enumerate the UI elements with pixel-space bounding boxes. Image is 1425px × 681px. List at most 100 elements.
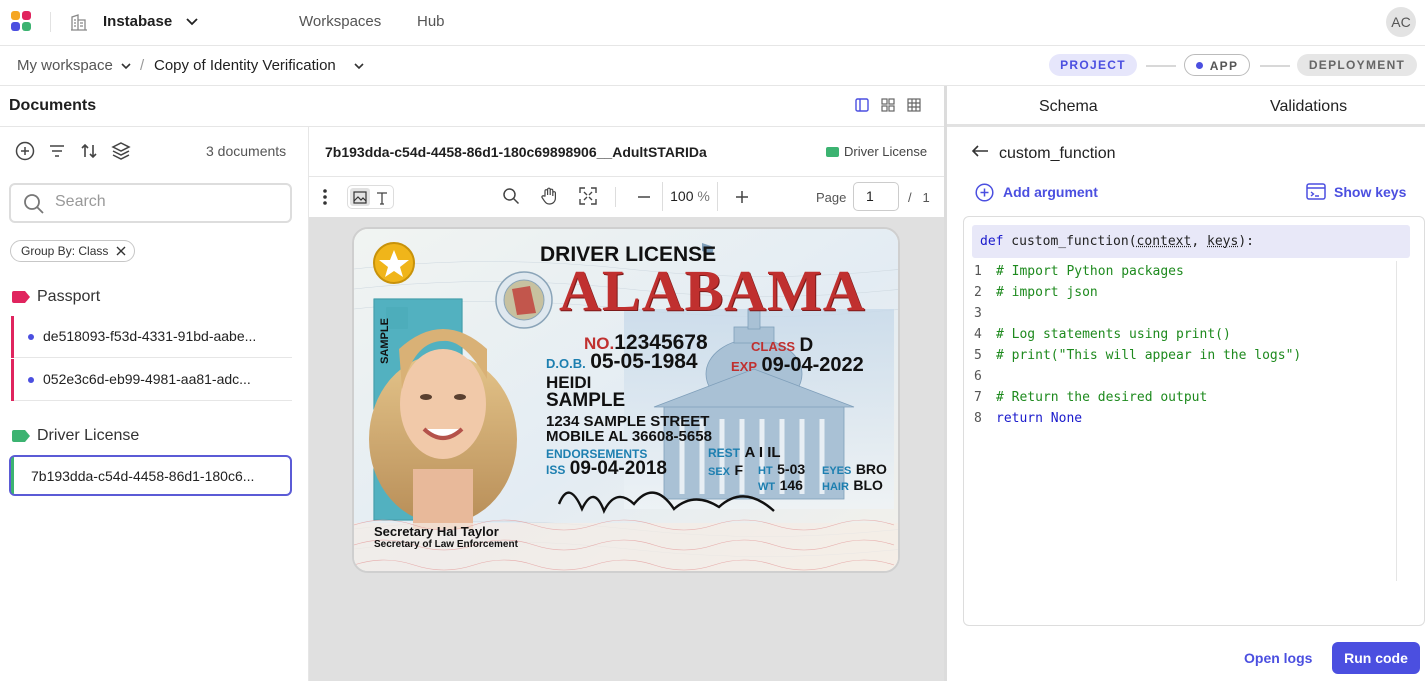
avatar[interactable]: AC: [1386, 7, 1416, 37]
code-editor[interactable]: def custom_function(context, keys): 1 # I…: [963, 216, 1425, 626]
panel-tabs: Schema Validations: [947, 86, 1425, 127]
license-exp-label: EXP: [731, 359, 758, 374]
license-weight: WT 146: [758, 477, 803, 495]
tab-validations[interactable]: Validations: [1270, 98, 1347, 116]
license-hair: HAIR BLO: [822, 477, 883, 495]
license-iss: ISS 09-04-2018: [546, 458, 667, 480]
signature-arg-context: context: [1136, 234, 1192, 249]
grid-view-icon[interactable]: [881, 98, 895, 112]
add-argument-button[interactable]: Add argument: [1003, 184, 1098, 200]
search-input[interactable]: [55, 193, 275, 211]
zoom-level[interactable]: 100 %: [662, 182, 718, 211]
search-icon: [24, 194, 44, 214]
license-hair-value: BLO: [853, 477, 883, 493]
documents-title: Documents: [9, 97, 97, 114]
function-title: custom_function: [999, 145, 1116, 162]
layers-icon[interactable]: [111, 141, 131, 161]
license-eyes-value: BRO: [855, 461, 887, 477]
document-row[interactable]: de518093-f53d-4331-91bd-aabe...: [11, 316, 292, 358]
license-hair-label: HAIR: [822, 481, 849, 493]
instabase-logo[interactable]: [11, 11, 33, 33]
class-color-badge: [826, 147, 839, 157]
document-row-selected[interactable]: 7b193dda-c54d-4458-86d1-180c6...: [9, 455, 292, 496]
page-count: 1: [922, 190, 930, 205]
zoom-in-icon[interactable]: [735, 190, 749, 204]
org-name[interactable]: Instabase: [103, 13, 172, 30]
group-label-passport[interactable]: Passport: [37, 288, 100, 306]
page-label: Page: [816, 190, 847, 205]
license-rest-label: REST: [708, 446, 741, 460]
more-options-icon[interactable]: [322, 189, 328, 205]
license-exp-value: 09-04-2022: [761, 354, 864, 376]
code-text: # import json: [996, 285, 1098, 300]
unread-dot: [28, 377, 34, 383]
view-mode-toggle[interactable]: [347, 185, 394, 209]
signature-arg-keys: keys: [1207, 234, 1239, 249]
split-view-icon[interactable]: [855, 98, 869, 112]
search-field[interactable]: [9, 183, 292, 223]
class-label[interactable]: Driver License: [844, 144, 927, 159]
building-icon: [71, 14, 87, 31]
documents-header: Documents: [0, 86, 944, 127]
filter-icon[interactable]: [47, 141, 67, 161]
line-number: 7: [974, 390, 982, 405]
search-icon[interactable]: [502, 187, 520, 205]
license-class-value: D: [799, 335, 814, 356]
fit-screen-icon[interactable]: [579, 187, 597, 205]
divider: [50, 12, 51, 32]
divider: [615, 187, 616, 207]
class-indicator: [11, 316, 14, 358]
code-panel: Schema Validations custom_function Add a…: [944, 86, 1425, 681]
signature-separator: ,: [1191, 234, 1207, 249]
text-icon[interactable]: [375, 191, 389, 205]
tag-icon: [12, 430, 30, 442]
license-state: ALABAMA: [559, 258, 866, 323]
group-by-chip[interactable]: Group By: Class: [10, 240, 136, 262]
chevron-down-icon[interactable]: [352, 59, 366, 73]
chevron-down-icon[interactable]: [119, 59, 133, 73]
page-number-input[interactable]: 1: [853, 182, 899, 211]
add-icon[interactable]: [15, 141, 35, 161]
zoom-out-icon[interactable]: [637, 190, 651, 204]
line-number: 3: [974, 306, 982, 321]
back-arrow-icon[interactable]: [971, 144, 989, 158]
nav-workspaces[interactable]: Workspaces: [299, 13, 381, 30]
open-logs-button[interactable]: Open logs: [1244, 650, 1312, 666]
table-view-icon[interactable]: [907, 98, 921, 112]
step-project[interactable]: PROJECT: [1049, 54, 1137, 76]
image-icon[interactable]: [353, 191, 367, 204]
step-app[interactable]: APP: [1184, 54, 1250, 76]
class-indicator: [11, 457, 14, 494]
def-keyword: def: [980, 234, 1004, 249]
hand-pan-icon[interactable]: [540, 187, 558, 205]
code-text: # print("This will appear in the logs"): [996, 348, 1302, 363]
breadcrumb-workspace[interactable]: My workspace: [17, 57, 113, 74]
viewer-header: 7b193dda-c54d-4458-86d1-180c69898906__Ad…: [309, 127, 944, 177]
step-connector: [1146, 65, 1176, 67]
editor-scrollbar[interactable]: [1396, 261, 1397, 581]
show-keys-button[interactable]: Show keys: [1334, 184, 1406, 200]
close-icon[interactable]: [116, 246, 126, 256]
document-name: 052e3c6d-eb99-4981-aa81-adc...: [43, 371, 251, 387]
run-code-button[interactable]: Run code: [1332, 642, 1420, 674]
add-circle-icon[interactable]: [975, 183, 994, 202]
class-indicator: [11, 359, 14, 401]
nav-hub[interactable]: Hub: [417, 13, 445, 30]
status-dot: [1196, 62, 1203, 69]
sort-icon[interactable]: [79, 141, 99, 161]
breadcrumb-project[interactable]: Copy of Identity Verification: [154, 57, 336, 74]
license-dob: D.O.B. 05-05-1984: [546, 350, 698, 374]
chevron-down-icon[interactable]: [185, 14, 199, 28]
step-deployment[interactable]: DEPLOYMENT: [1297, 54, 1417, 76]
page-separator: /: [908, 190, 912, 205]
license-wt-label: WT: [758, 481, 776, 493]
license-class-label: CLASS: [751, 339, 796, 354]
unread-dot: [28, 334, 34, 340]
step-app-label: APP: [1209, 59, 1239, 73]
line-number: 6: [974, 369, 982, 384]
document-row[interactable]: 052e3c6d-eb99-4981-aa81-adc...: [11, 359, 292, 401]
terminal-icon[interactable]: [1306, 183, 1326, 200]
group-label-driver-license[interactable]: Driver License: [37, 427, 139, 445]
license-last-name: SAMPLE: [546, 390, 626, 411]
tab-schema[interactable]: Schema: [1039, 98, 1098, 116]
